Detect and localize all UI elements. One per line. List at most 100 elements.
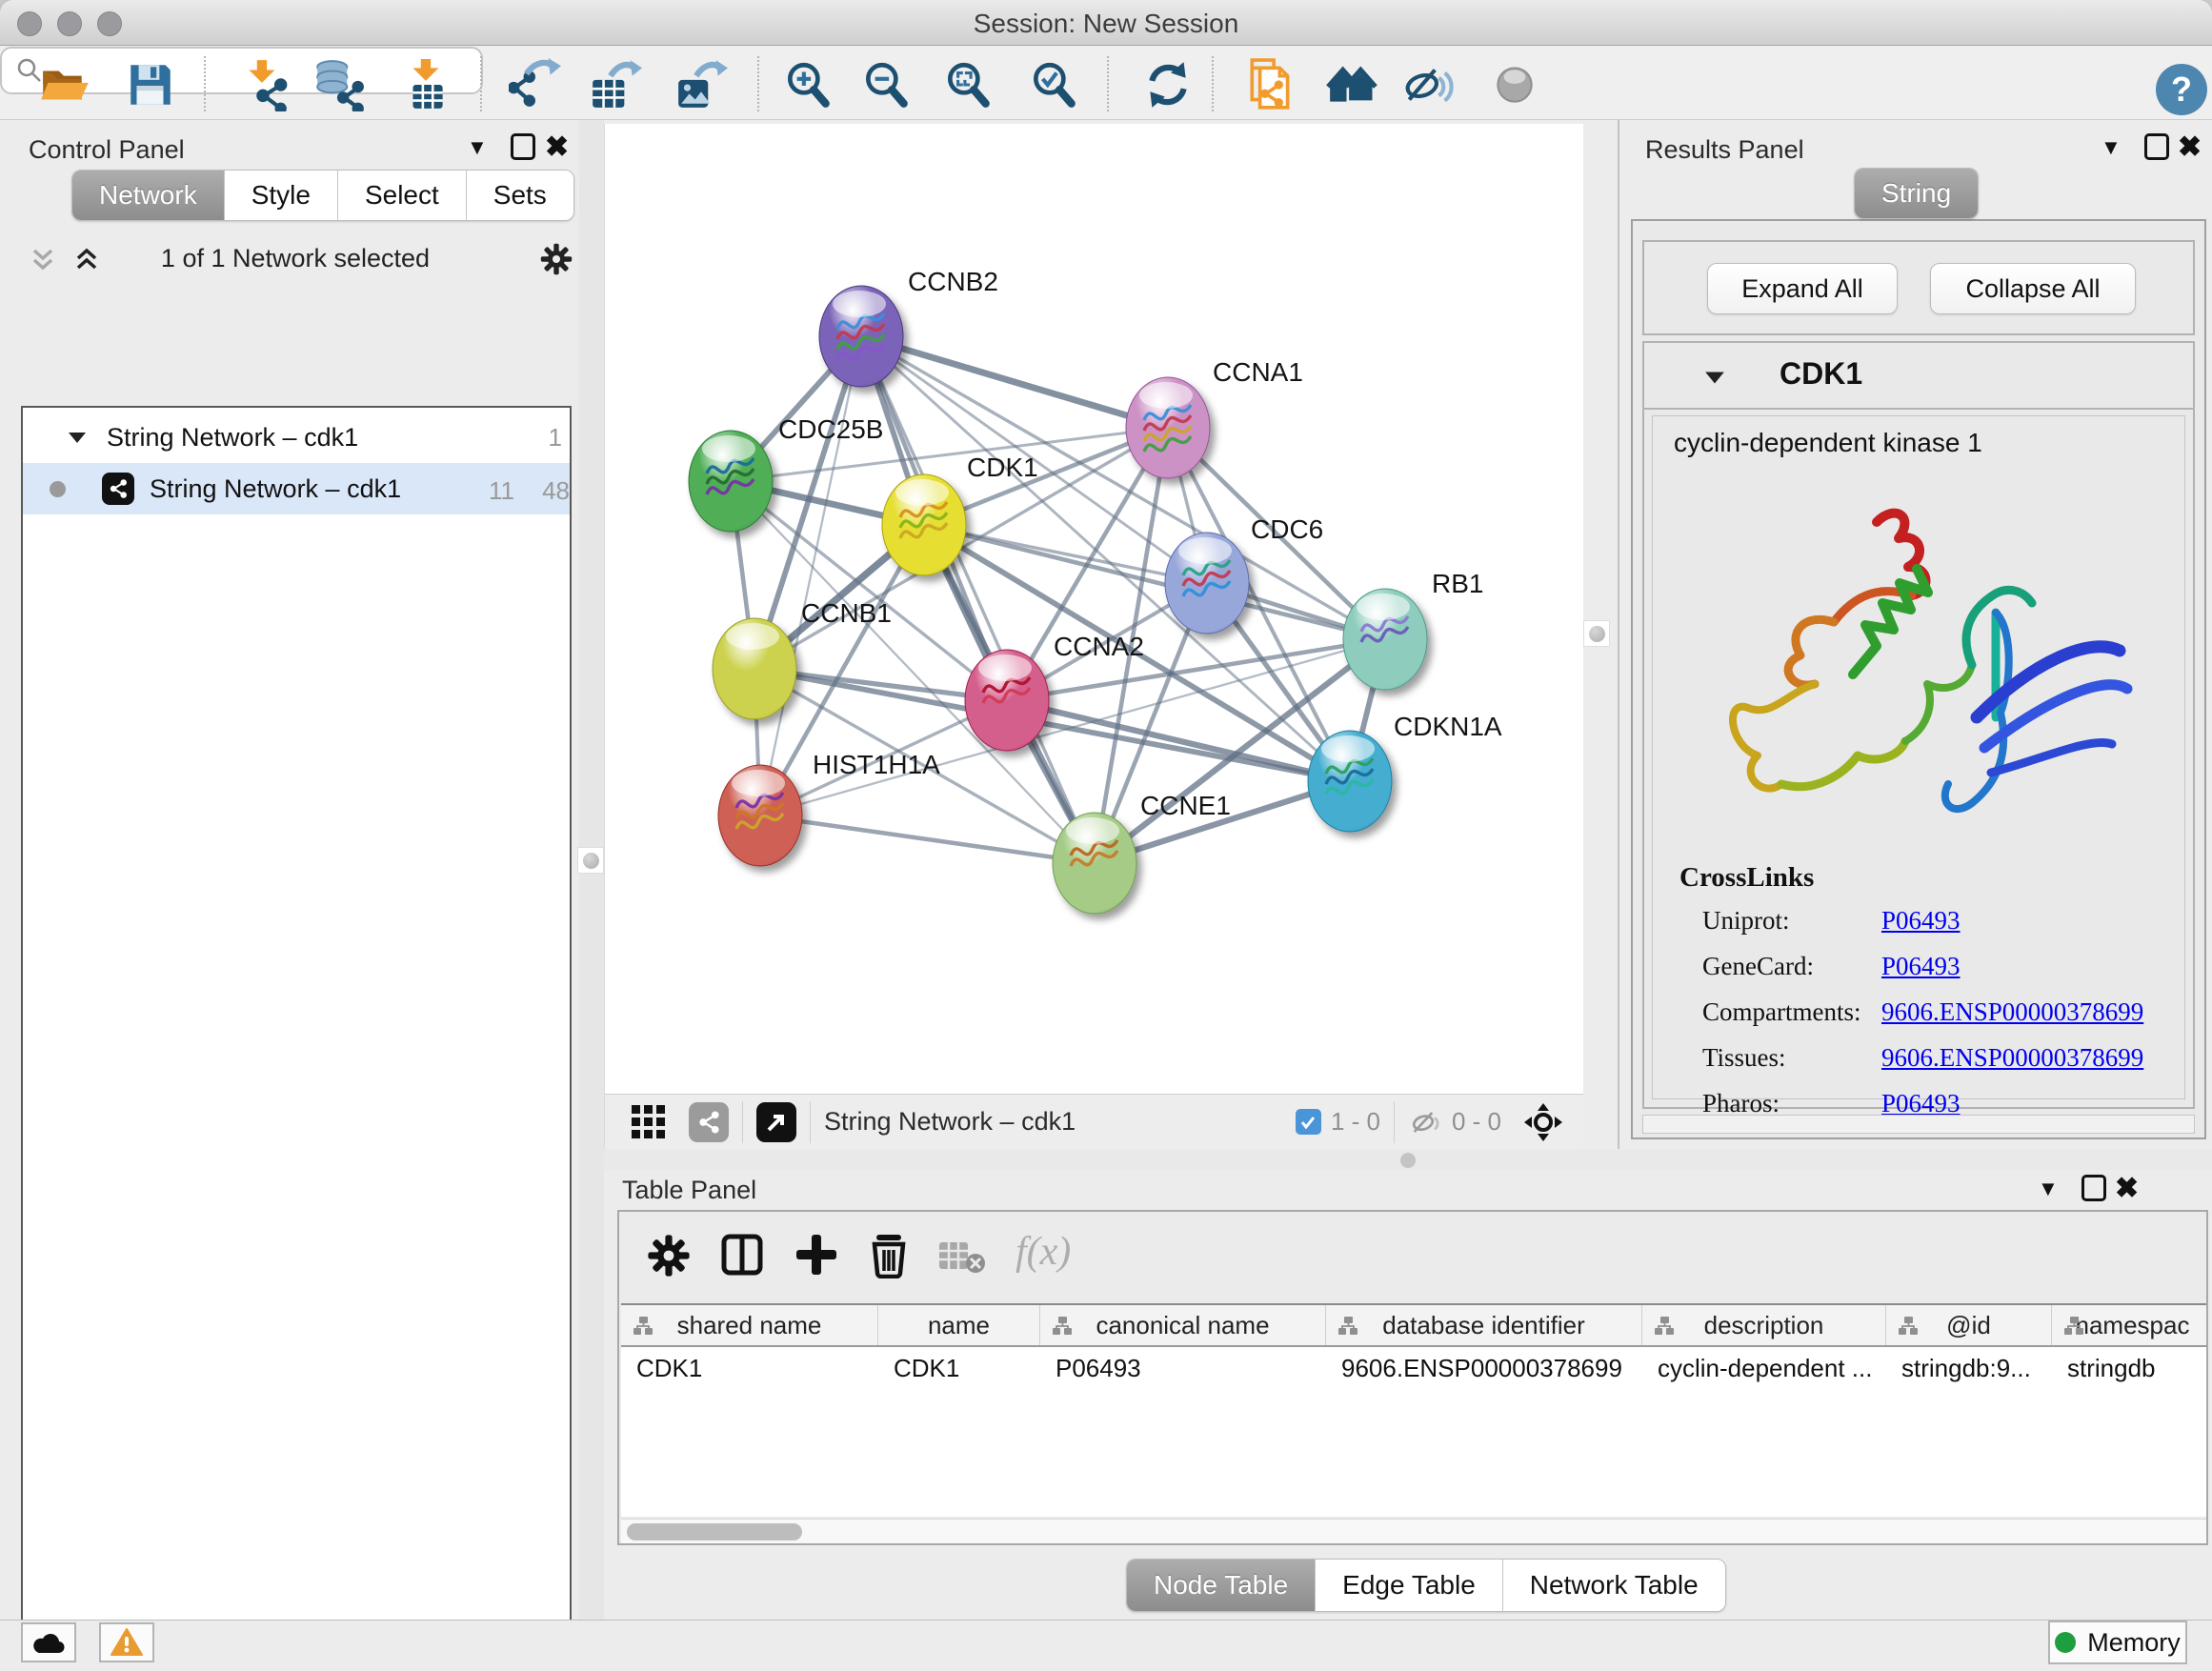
edge-CCNB2-HIST1H1A[interactable] [760,336,861,815]
refresh-icon[interactable] [1141,58,1195,111]
table-cell[interactable]: CDK1 [621,1347,878,1389]
open-in-window-icon[interactable] [756,1102,796,1142]
column-header-database-identifier[interactable]: database identifier [1326,1305,1642,1345]
network-canvas[interactable]: CCNB2CCNA1CDC25BCDK1CDC6RB1CCNB1CCNA2CDK… [604,124,1583,1094]
float-panel-icon[interactable] [2144,133,2169,160]
node-CDC25B[interactable] [689,431,773,532]
tree-expander-icon[interactable] [67,427,88,448]
tab-edge-table[interactable]: Edge Table [1316,1560,1503,1611]
export-network-icon[interactable] [509,58,562,111]
node-CCNB1[interactable] [713,618,796,719]
table-options-gear-icon[interactable] [646,1233,692,1278]
tab-network[interactable]: Network [72,171,225,220]
right-splitter[interactable] [1583,120,1619,1149]
column-header-canonical-name[interactable]: canonical name [1040,1305,1326,1345]
node-CCNA2[interactable] [965,650,1049,751]
zoom-out-icon[interactable] [859,58,913,111]
save-session-icon[interactable] [124,58,177,111]
column-header-namespac[interactable]: namespac [2052,1305,2206,1345]
show-columns-icon[interactable] [718,1231,766,1278]
string-view-share-icon[interactable] [689,1102,729,1142]
left-splitter[interactable] [579,120,604,1620]
table-cell[interactable]: 9606.ENSP00000378699 [1326,1347,1642,1389]
delete-table-icon[interactable] [937,1238,987,1275]
crosslink-value-link[interactable]: P06493 [1881,952,1961,981]
collapse-panel-icon[interactable]: ▼ [2038,1177,2059,1201]
table-cell[interactable]: cyclin-dependent ... [1642,1347,1886,1389]
birds-eye-grid-icon[interactable] [630,1103,668,1141]
table-hscrollbar-thumb[interactable] [627,1523,802,1540]
network-graph[interactable]: CCNB2CCNA1CDC25BCDK1CDC6RB1CCNB1CCNA2CDK… [605,124,1584,1094]
node-CDK1[interactable] [882,474,966,575]
tab-style[interactable]: Style [225,171,338,220]
edge-HIST1H1A-CCNE1[interactable] [760,815,1095,863]
table-cell[interactable]: stringdb [2052,1347,2206,1389]
column-header-name[interactable]: name [878,1305,1040,1345]
tab-node-table[interactable]: Node Table [1127,1560,1316,1611]
table-hscrollbar-track[interactable] [621,1519,2206,1543]
delete-column-trash-icon[interactable] [865,1231,913,1278]
gene-header-row[interactable]: CDK1 [1644,343,2193,410]
network-options-gear-icon[interactable] [539,242,573,276]
horizontal-splitter[interactable] [604,1149,2212,1170]
crosslink-value-link[interactable]: 9606.ENSP00000378699 [1881,1043,2143,1073]
show-graphics-eye-icon[interactable] [1488,58,1541,111]
float-panel-icon[interactable] [2081,1175,2106,1201]
tab-select[interactable]: Select [338,171,467,220]
edge-CCNB2-CCNE1[interactable] [861,336,1095,863]
splitter-handle[interactable] [1583,620,1610,647]
edge-CCNB2-CCNA1[interactable] [861,336,1168,428]
hide-panel-eye-icon[interactable] [1400,58,1454,111]
home-networks-icon[interactable] [1326,58,1379,111]
function-builder-fx[interactable]: f(x) [1016,1229,1071,1275]
collapse-panel-icon[interactable]: ▼ [467,135,488,160]
splitter-handle[interactable] [1400,1153,1416,1168]
table-row[interactable]: CDK1CDK1P064939606.ENSP00000378699cyclin… [621,1347,2206,1389]
export-table-icon[interactable] [589,58,642,111]
open-session-icon[interactable] [38,58,91,111]
node-CCNB2[interactable] [819,286,903,387]
close-panel-icon[interactable]: ✖ [545,131,569,164]
column-header-description[interactable]: description [1642,1305,1886,1345]
collapse-all-button[interactable]: Collapse All [1930,263,2136,314]
network-row-selected[interactable]: String Network – cdk1 11 48 [23,463,570,514]
crosslink-value-link[interactable]: P06493 [1881,906,1961,936]
cloud-button[interactable] [21,1622,76,1662]
pan-crosshair-icon[interactable] [1522,1101,1564,1143]
node-RB1[interactable] [1343,589,1427,690]
table-cell[interactable]: CDK1 [878,1347,1040,1389]
expand-all-button[interactable]: Expand All [1707,263,1898,314]
export-image-icon[interactable] [674,58,728,111]
network-collection-row[interactable]: String Network – cdk1 1 [23,412,570,463]
help-button[interactable]: ? [2156,64,2207,115]
memory-button[interactable]: Memory [2048,1621,2187,1664]
node-CCNE1[interactable] [1053,813,1136,914]
tab-sets[interactable]: Sets [467,171,573,220]
zoom-in-icon[interactable] [781,58,835,111]
table-cell[interactable]: P06493 [1040,1347,1326,1389]
import-table-icon[interactable] [400,58,453,111]
warnings-button[interactable] [99,1622,154,1662]
splitter-handle[interactable] [577,847,604,874]
close-panel-icon[interactable]: ✖ [2178,131,2202,164]
gene-expander-icon[interactable] [1703,366,1726,389]
zoom-fit-icon[interactable] [941,58,995,111]
table-cell[interactable]: stringdb:9... [1886,1347,2052,1389]
node-CDC6[interactable] [1165,533,1249,634]
node-CCNA1[interactable] [1126,377,1210,478]
close-panel-icon[interactable]: ✖ [2115,1172,2139,1205]
tab-network-table[interactable]: Network Table [1503,1560,1725,1611]
node-CDKN1A[interactable] [1308,731,1392,832]
tab-string[interactable]: String [1855,169,1978,218]
collapse-panel-icon[interactable]: ▼ [2101,135,2122,160]
selected-nodes-checkbox-icon[interactable] [1296,1109,1321,1135]
crosslink-value-link[interactable]: 9606.ENSP00000378699 [1881,997,2143,1027]
float-panel-icon[interactable] [511,133,535,160]
add-column-icon[interactable] [793,1231,840,1278]
node-HIST1H1A[interactable] [718,765,802,866]
results-scrollbar-track[interactable] [1642,1115,2195,1134]
import-network-icon[interactable] [236,58,290,111]
zoom-selected-icon[interactable] [1027,58,1080,111]
column-header-shared-name[interactable]: shared name [621,1305,878,1345]
share-document-icon[interactable] [1244,58,1297,111]
